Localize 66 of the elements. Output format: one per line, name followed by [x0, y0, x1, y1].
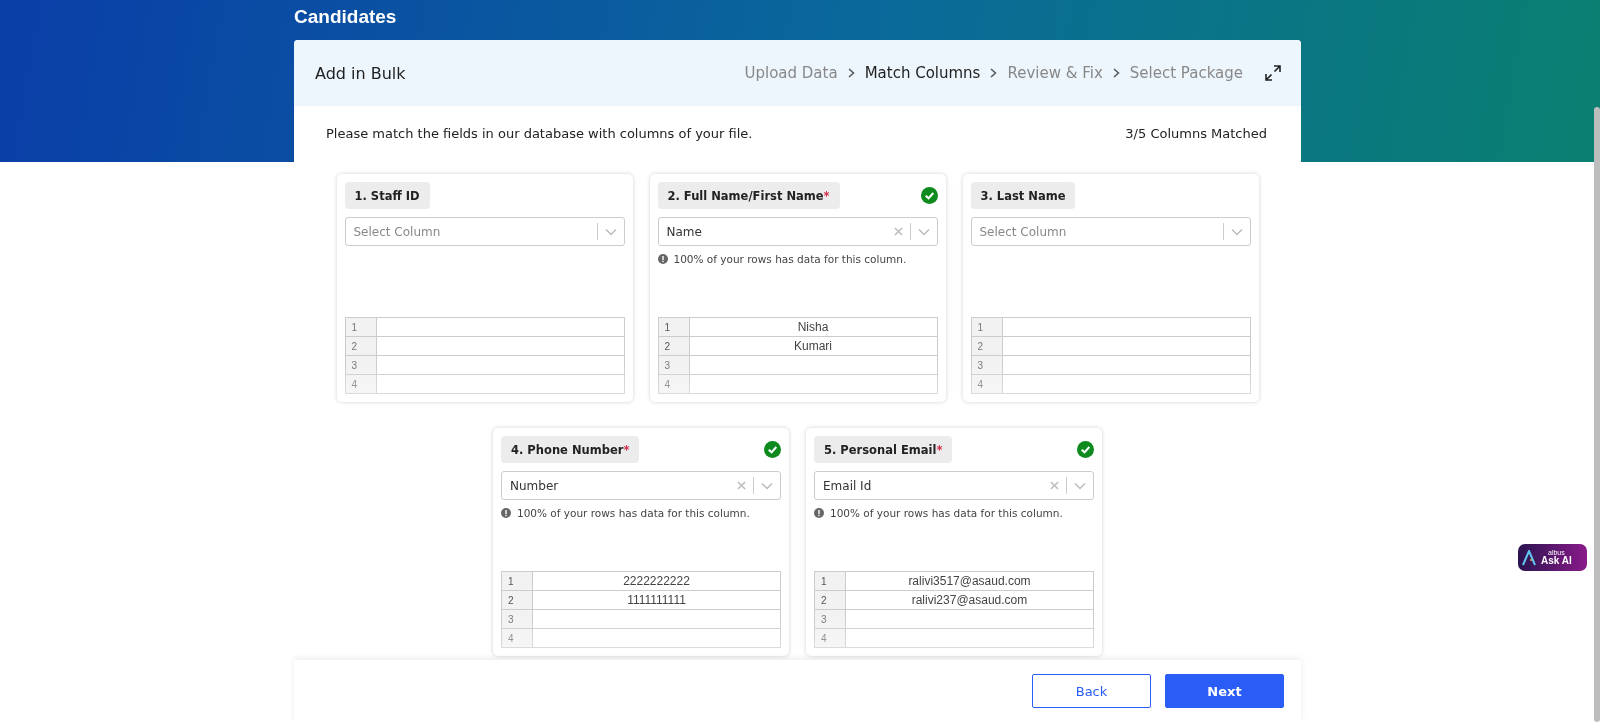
expand-icon[interactable]	[1265, 65, 1281, 81]
step-tab[interactable]: Review & Fix	[1007, 64, 1103, 82]
row-number: 3	[977, 359, 984, 371]
table-cell: ralivi3517@asaud.com	[908, 574, 1031, 588]
column-select[interactable]: Name	[657, 217, 938, 246]
row-number: 4	[351, 378, 358, 390]
info-icon	[814, 508, 824, 518]
field-label: 1. Staff ID	[344, 182, 430, 209]
chevron-down-icon	[1074, 481, 1086, 490]
row-number: 1	[664, 321, 671, 333]
table-cell: Kumari	[794, 339, 832, 353]
back-button[interactable]: Back	[1032, 674, 1151, 708]
row-number: 1	[821, 575, 827, 587]
row-number: 2	[664, 340, 671, 352]
clear-icon[interactable]	[893, 227, 903, 236]
step-tab[interactable]: Upload Data	[744, 64, 838, 82]
field-label: 3. Last Name	[970, 182, 1076, 209]
column-select[interactable]: Select Column	[970, 217, 1251, 246]
table-cell: 1111111111	[627, 593, 686, 607]
chevron-down-icon	[761, 481, 773, 490]
info-icon	[657, 254, 668, 264]
field-label: 4. Phone Number*	[501, 436, 640, 463]
chevron-right-icon	[990, 68, 998, 78]
match-count: 3/5 Columns Matched	[1125, 126, 1267, 141]
scrollbar-thumb[interactable]	[1594, 107, 1600, 722]
data-note: 100% of your rows has data for this column.	[830, 507, 1063, 519]
column-select[interactable]: Email Id	[814, 471, 1094, 500]
info-icon	[501, 508, 511, 518]
clear-icon[interactable]	[1050, 481, 1059, 490]
data-note: 100% of your rows has data for this column.	[673, 253, 907, 265]
field-label: 5. Personal Email*	[814, 436, 953, 463]
row-number: 2	[977, 340, 984, 352]
column-select[interactable]: Select Column	[344, 217, 625, 246]
step-tab[interactable]: Match Columns	[864, 64, 981, 82]
row-number: 3	[821, 613, 827, 625]
page-title: Candidates	[294, 6, 397, 28]
column-select[interactable]: Number	[501, 471, 781, 500]
row-number: 4	[977, 378, 984, 390]
row-number: 3	[664, 359, 671, 371]
panel-title: Add in Bulk	[315, 63, 407, 83]
data-note: 100% of your rows has data for this column.	[517, 507, 750, 519]
chevron-right-icon	[847, 68, 855, 78]
row-number: 3	[351, 359, 358, 371]
step-tab[interactable]: Select Package	[1129, 64, 1243, 82]
row-number: 2	[508, 594, 514, 606]
field-label: 2. Full Name/First Name*	[657, 182, 840, 209]
row-number: 1	[351, 321, 358, 333]
logo-icon	[1522, 549, 1536, 566]
clear-icon[interactable]	[737, 481, 746, 490]
row-number: 1	[508, 575, 514, 587]
row-number: 2	[821, 594, 827, 606]
row-number: 1	[977, 321, 984, 333]
next-button[interactable]: Next	[1165, 674, 1284, 708]
table-cell: Nisha	[797, 320, 829, 334]
row-number: 4	[664, 378, 671, 390]
table-cell: ralivi237@asaud.com	[911, 593, 1028, 607]
row-number: 3	[508, 613, 514, 625]
row-number: 4	[821, 632, 827, 644]
chevron-down-icon	[604, 227, 617, 236]
row-number: 4	[508, 632, 514, 644]
chevron-down-icon	[917, 227, 930, 236]
chevron-down-icon	[1230, 227, 1243, 236]
row-number: 2	[351, 340, 358, 352]
instruction-text: Please match the fields in our database with columns of your file.	[326, 126, 753, 141]
chevron-right-icon	[1112, 68, 1120, 78]
table-cell: 2222222222	[623, 574, 690, 588]
